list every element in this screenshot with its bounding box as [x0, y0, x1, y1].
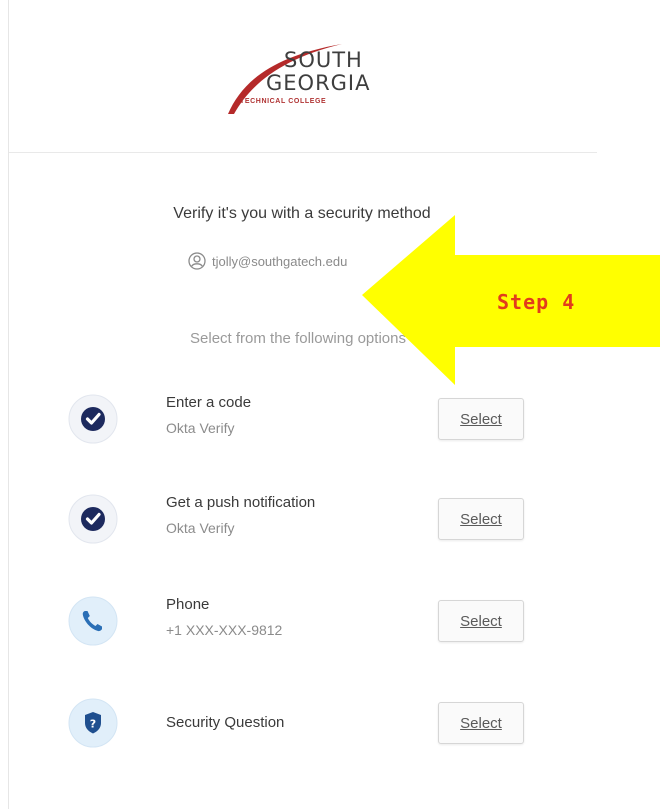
okta-verify-icon: [68, 394, 118, 444]
svg-text:?: ?: [90, 718, 96, 731]
logo-text-technical-college: TECHNICAL COLLEGE: [240, 98, 327, 105]
instruction-text: Select from the following options: [190, 330, 406, 347]
option-title: Get a push notification: [166, 494, 316, 511]
select-phone-button[interactable]: Select: [438, 600, 524, 642]
option-phone: Phone +1 XXX-XXX-9812 Select: [68, 596, 538, 666]
option-security-question: ? Security Question Select: [68, 698, 538, 768]
option-title: Enter a code: [166, 394, 252, 411]
shield-question-icon: ?: [68, 698, 118, 748]
phone-icon: [68, 596, 118, 646]
user-identifier: tjolly@southgatech.edu: [188, 250, 347, 272]
select-security-question-button[interactable]: Select: [438, 702, 524, 744]
logo-text-south: SOUTH: [284, 48, 363, 72]
user-email: tjolly@southgatech.edu: [212, 253, 348, 269]
option-subtitle: +1 XXX-XXX-9812: [166, 622, 283, 638]
select-enter-code-button[interactable]: Select: [438, 398, 524, 440]
option-subtitle: Okta Verify: [166, 520, 235, 536]
option-enter-code: Enter a code Okta Verify Select: [68, 394, 538, 464]
logo-text-georgia: GEORGIA: [266, 71, 371, 95]
step-label: Step 4: [497, 290, 576, 314]
user-circle-icon: [188, 252, 206, 270]
option-title: Security Question: [166, 714, 285, 731]
option-push-notification: Get a push notification Okta Verify Sele…: [68, 494, 538, 564]
option-title: Phone: [166, 596, 210, 613]
page-title: Verify it's you with a security method: [173, 205, 431, 222]
option-subtitle: Okta Verify: [166, 420, 235, 436]
header-divider: [9, 152, 597, 153]
okta-verify-icon: [68, 494, 118, 544]
college-logo: SOUTH GEORGIA TECHNICAL COLLEGE: [222, 42, 392, 122]
page-edge: [8, 0, 9, 809]
select-push-notification-button[interactable]: Select: [438, 498, 524, 540]
